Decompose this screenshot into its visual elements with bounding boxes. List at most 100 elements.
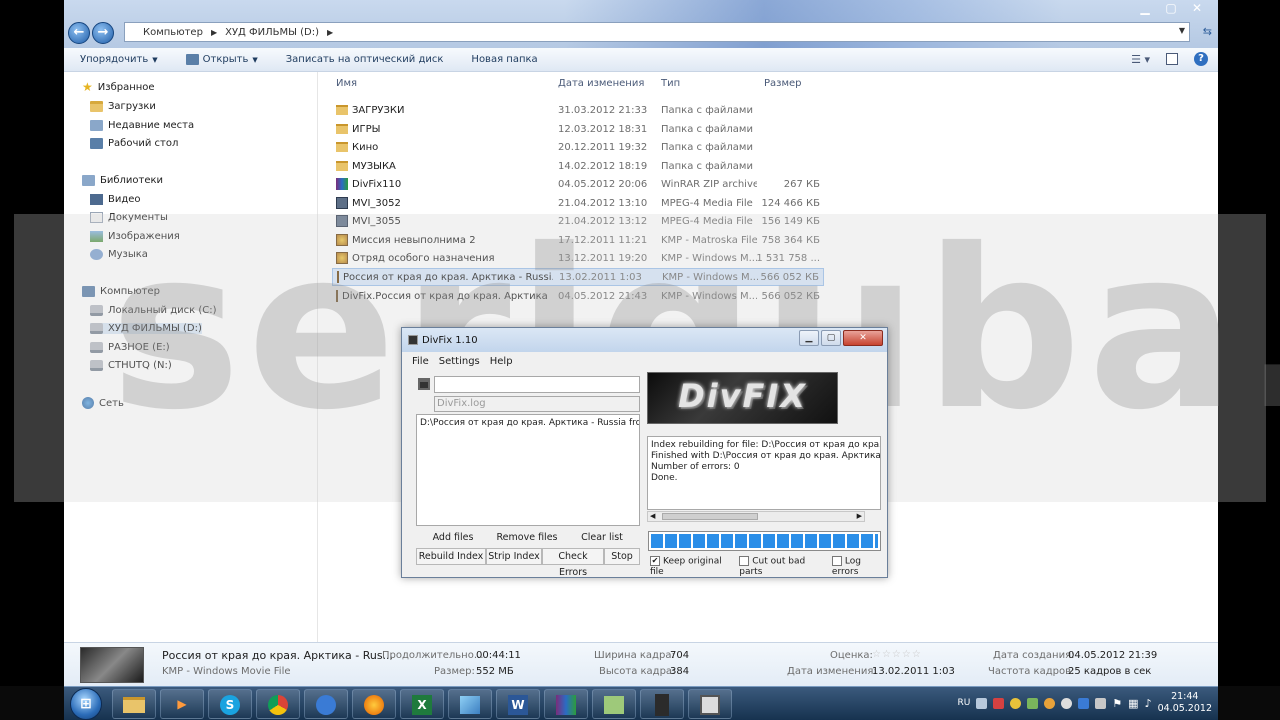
tray-icon[interactable] [1061,697,1073,709]
file-row[interactable]: DivFix110 04.05.2012 20:06 WinRAR ZIP ar… [332,175,824,193]
language-indicator[interactable]: RU [957,698,970,708]
winrar-icon [556,694,576,715]
tray-icon[interactable] [993,697,1005,709]
file-row[interactable]: ЗАГРУЗКИ 31.03.2012 21:33 Папка с файлам… [332,101,824,119]
scroll-left-icon[interactable]: ◀ [650,512,655,520]
taskbar-winrar[interactable] [544,689,588,719]
file-list[interactable]: D:\Россия от края до края. Арктика - Rus… [416,414,640,526]
view-options-icon[interactable]: ☰ ▾ [1131,53,1150,66]
log-horizontal-scrollbar[interactable]: ◀ ▶ [647,511,865,522]
log-errors-checkbox[interactable]: Log errors [831,556,887,577]
tray-icon[interactable] [1010,697,1022,709]
minimize-button[interactable]: ▁ [799,330,819,346]
menu-help[interactable]: Help [490,356,513,367]
taskbar-chrome[interactable] [256,689,300,719]
taskbar-explorer[interactable] [112,689,156,719]
notes-icon [604,695,624,714]
taskbar-messenger[interactable] [304,689,348,719]
nav-favorites[interactable]: ★ Избранное [82,81,155,93]
taskbar-app[interactable] [448,689,492,719]
column-header-type[interactable]: Тип [661,78,680,89]
preview-pane-icon[interactable] [1166,53,1178,65]
nav-desktop[interactable]: Рабочий стол [90,138,178,149]
maximize-button[interactable]: ▢ [821,330,841,346]
file-row[interactable]: ИГРЫ 12.03.2012 18:31 Папка с файлами [332,120,824,138]
file-row[interactable]: МУЗЫКА 14.02.2012 18:19 Папка с файлами [332,157,824,175]
window-icon [460,695,480,714]
volume-icon[interactable]: ♪ [1145,697,1152,710]
clock[interactable]: 21:44 04.05.2012 [1158,691,1212,715]
chevron-down-icon[interactable]: ▼ [1179,26,1185,35]
burn-disc-button[interactable]: Записать на оптический диск [286,54,444,65]
menu-file[interactable]: File [412,356,429,367]
taskbar-word[interactable]: W [496,689,540,719]
file-row[interactable]: Кино 20.12.2011 19:32 Папка с файлами [332,138,824,156]
tray-icon[interactable] [1078,697,1090,709]
scroll-right-icon[interactable]: ▶ [857,512,862,520]
maximize-button[interactable]: ▢ [1158,0,1184,18]
details-duration: 00:44:11 [476,650,521,661]
column-header-size[interactable]: Размер [764,78,802,89]
column-header-date[interactable]: Дата изменения [558,78,644,89]
network-icon[interactable]: ▦ [1128,697,1138,710]
save-icon[interactable] [418,378,430,390]
details-frame-height: 384 [670,666,690,677]
taskbar-media-player[interactable]: ▶ [160,689,204,719]
file-list-item[interactable]: D:\Россия от края до края. Арктика - Rus… [420,418,639,428]
taskbar-camera[interactable] [640,689,684,719]
taskbar-excel[interactable]: X [400,689,444,719]
back-button[interactable]: ← [68,22,90,44]
flag-icon[interactable]: ⚑ [1112,697,1122,710]
rating-stars[interactable]: ☆☆☆☆☆ [872,649,922,660]
address-bar[interactable]: Компьютер ▶ ХУД ФИЛЬМЫ (D:) ▶ ▼ [124,22,1190,42]
scrollbar-thumb[interactable] [662,513,758,520]
minimize-button[interactable]: ▁ [1132,0,1158,18]
breadcrumb-computer[interactable]: Компьютер [143,27,203,38]
tray-icon[interactable] [1044,697,1056,709]
taskbar-notes[interactable] [592,689,636,719]
organize-button[interactable]: Упорядочить ▼ [80,54,158,65]
close-button[interactable]: ✕ [843,330,883,346]
nav-recent-places[interactable]: Недавние места [90,120,194,131]
open-button[interactable]: Открыть ▼ [185,54,258,65]
rebuild-index-button[interactable]: Rebuild Index [416,548,486,565]
cut-bad-parts-checkbox[interactable]: Cut out bad parts [739,556,826,577]
refresh-icon[interactable]: ⇆ [1203,25,1212,38]
close-button[interactable]: ✕ [1184,0,1210,18]
keep-original-checkbox[interactable]: ✔ Keep original file [650,556,733,577]
check-errors-button[interactable]: Check Errors [542,548,604,578]
log-file-input[interactable]: DivFix.log [434,396,640,412]
clear-list-button[interactable]: Clear list [564,530,640,547]
divfix-titlebar: DivFix 1.10 ▁ ▢ ✕ [402,328,887,352]
nav-downloads[interactable]: Загрузки [90,101,156,112]
screen: ▁ ▢ ✕ ← → Компьютер ▶ ХУД ФИЛЬМЫ (D:) ▶ … [0,0,1280,720]
breadcrumb-drive-d[interactable]: ХУД ФИЛЬМЫ (D:) [225,27,319,38]
taskbar-skype[interactable]: S [208,689,252,719]
breadcrumb-separator-icon[interactable]: ▶ [327,28,333,37]
output-path-input[interactable] [434,376,640,393]
new-folder-button[interactable]: Новая папка [471,54,537,65]
strip-index-button[interactable]: Strip Index [486,548,542,565]
start-button[interactable]: ⊞ [70,688,102,720]
divfix-icon [700,694,720,715]
camera-icon [655,693,669,716]
add-files-button[interactable]: Add files [416,530,490,547]
taskbar-divfix[interactable] [688,689,732,719]
remove-files-button[interactable]: Remove files [490,530,564,547]
taskbar-firefox[interactable] [352,689,396,719]
stop-button[interactable]: Stop [604,548,640,565]
forward-button[interactable]: → [92,22,114,44]
menu-settings[interactable]: Settings [439,356,480,367]
tray-icon[interactable] [976,697,988,709]
window-controls: ▁ ▢ ✕ [1132,0,1210,18]
folder-icon [336,105,348,115]
chevron-down-icon: ▼ [152,55,158,64]
media-player-icon: ▶ [177,697,187,711]
nav-libraries[interactable]: Библиотеки [82,175,163,186]
column-header-name[interactable]: Имя [336,78,357,89]
tray-icon[interactable] [1027,697,1039,709]
tray-icon[interactable] [1095,697,1107,709]
help-icon[interactable]: ? [1194,52,1208,66]
breadcrumb-separator-icon[interactable]: ▶ [211,28,217,37]
divfix-menubar: File Settings Help [402,352,887,370]
